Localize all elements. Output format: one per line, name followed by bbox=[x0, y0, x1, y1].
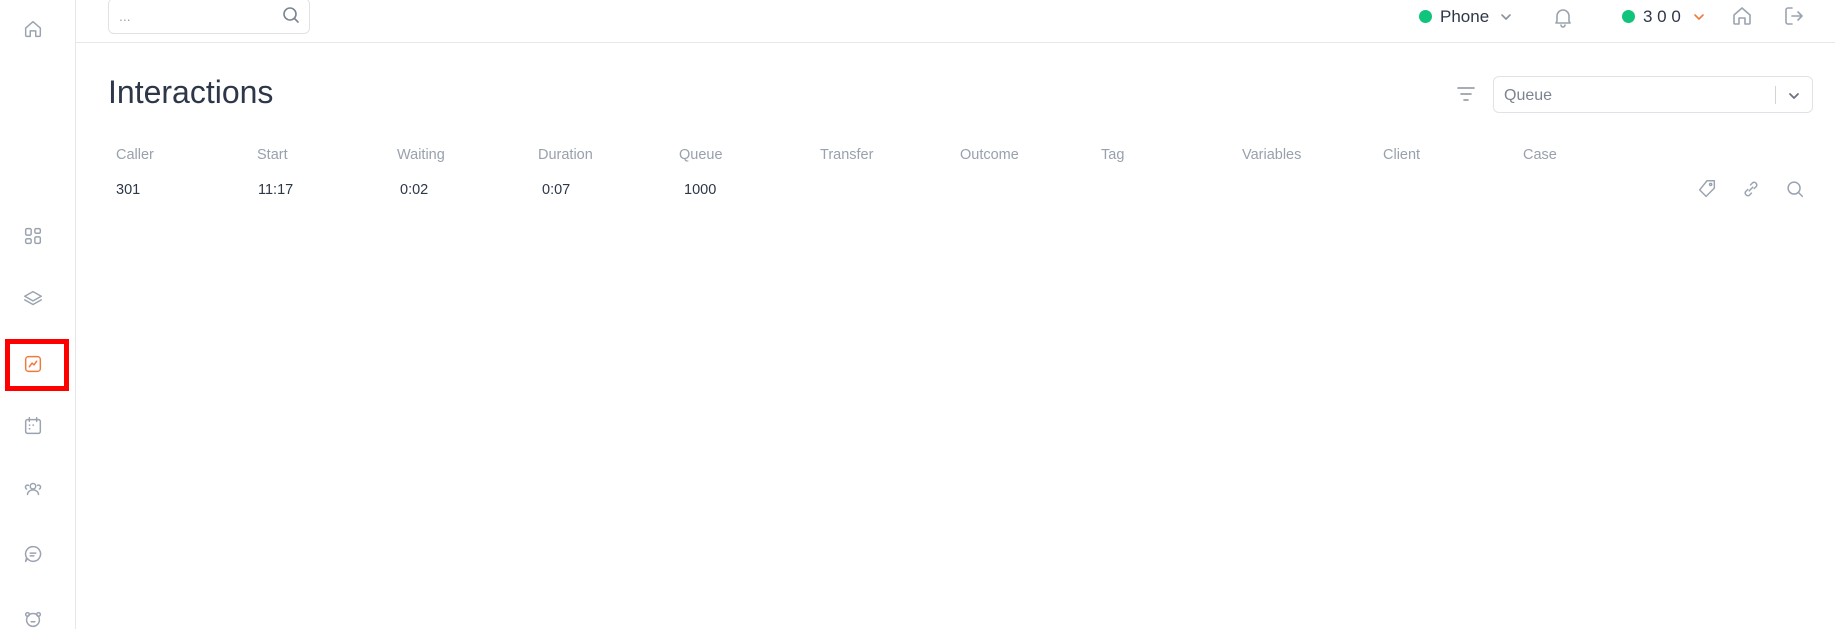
sidebar-item-dashboard[interactable] bbox=[14, 217, 52, 255]
phone-status-dot bbox=[1419, 10, 1432, 23]
dashboard-grid-icon bbox=[24, 227, 42, 245]
search-input[interactable] bbox=[119, 5, 269, 27]
column-header-tag[interactable]: Tag bbox=[1101, 147, 1124, 163]
sidebar-item-chat[interactable] bbox=[14, 535, 52, 573]
column-header-client[interactable]: Client bbox=[1383, 147, 1420, 163]
home-icon[interactable] bbox=[1730, 4, 1754, 28]
highlight-box bbox=[5, 339, 69, 391]
sidebar bbox=[0, 0, 76, 629]
cell-caller: 301 bbox=[116, 182, 141, 198]
sidebar-item-home[interactable] bbox=[14, 10, 52, 48]
topbar: Phone 3 0 0 bbox=[76, 0, 1835, 43]
home-icon bbox=[24, 20, 42, 38]
column-header-waiting[interactable]: Waiting bbox=[397, 147, 445, 163]
chevron-down-icon[interactable] bbox=[1499, 10, 1513, 24]
layers-icon bbox=[24, 290, 42, 306]
cell-queue: 1000 bbox=[684, 182, 717, 198]
phone-label[interactable]: Phone bbox=[1440, 7, 1489, 27]
logout-icon[interactable] bbox=[1782, 4, 1806, 28]
column-header-queue[interactable]: Queue bbox=[679, 147, 723, 163]
column-header-variables[interactable]: Variables bbox=[1242, 147, 1301, 163]
column-header-duration[interactable]: Duration bbox=[538, 147, 593, 163]
extension-chevron-icon[interactable] bbox=[1692, 10, 1706, 24]
extension-label[interactable]: 3 0 0 bbox=[1643, 7, 1681, 27]
sidebar-item-users[interactable] bbox=[14, 470, 52, 508]
tag-icon[interactable] bbox=[1696, 178, 1720, 202]
extension-status-dot bbox=[1622, 10, 1635, 23]
bear-icon bbox=[24, 611, 42, 628]
page-title: Interactions bbox=[108, 74, 274, 110]
chevron-down-icon[interactable] bbox=[1786, 88, 1802, 104]
filter-icon[interactable] bbox=[1454, 83, 1478, 105]
cell-waiting: 0:02 bbox=[400, 182, 429, 198]
calendar-icon bbox=[24, 417, 42, 435]
sidebar-item-calendar[interactable] bbox=[14, 407, 52, 445]
column-header-transfer[interactable]: Transfer bbox=[820, 147, 873, 163]
users-icon bbox=[24, 482, 42, 496]
queue-select-label: Queue bbox=[1504, 87, 1553, 104]
column-header-start[interactable]: Start bbox=[257, 147, 288, 163]
column-header-outcome[interactable]: Outcome bbox=[960, 147, 1019, 163]
sidebar-item-layers[interactable] bbox=[14, 280, 52, 318]
bell-icon[interactable] bbox=[1551, 5, 1575, 29]
sidebar-item-bear[interactable] bbox=[14, 600, 52, 629]
search-box bbox=[108, 0, 310, 34]
queue-select[interactable]: Queue bbox=[1493, 76, 1813, 113]
column-header-caller[interactable]: Caller bbox=[116, 147, 154, 163]
cell-start: 11:17 bbox=[258, 182, 294, 198]
chat-icon bbox=[24, 545, 42, 563]
queue-select-divider bbox=[1775, 86, 1776, 104]
column-header-case[interactable]: Case bbox=[1523, 147, 1557, 163]
link-icon[interactable] bbox=[1740, 178, 1764, 202]
search-icon[interactable] bbox=[281, 5, 301, 25]
cell-duration: 0:07 bbox=[542, 182, 571, 198]
row-search-icon[interactable] bbox=[1784, 178, 1808, 202]
app-root: Phone 3 0 0 Interactions Queue bbox=[0, 0, 1835, 629]
